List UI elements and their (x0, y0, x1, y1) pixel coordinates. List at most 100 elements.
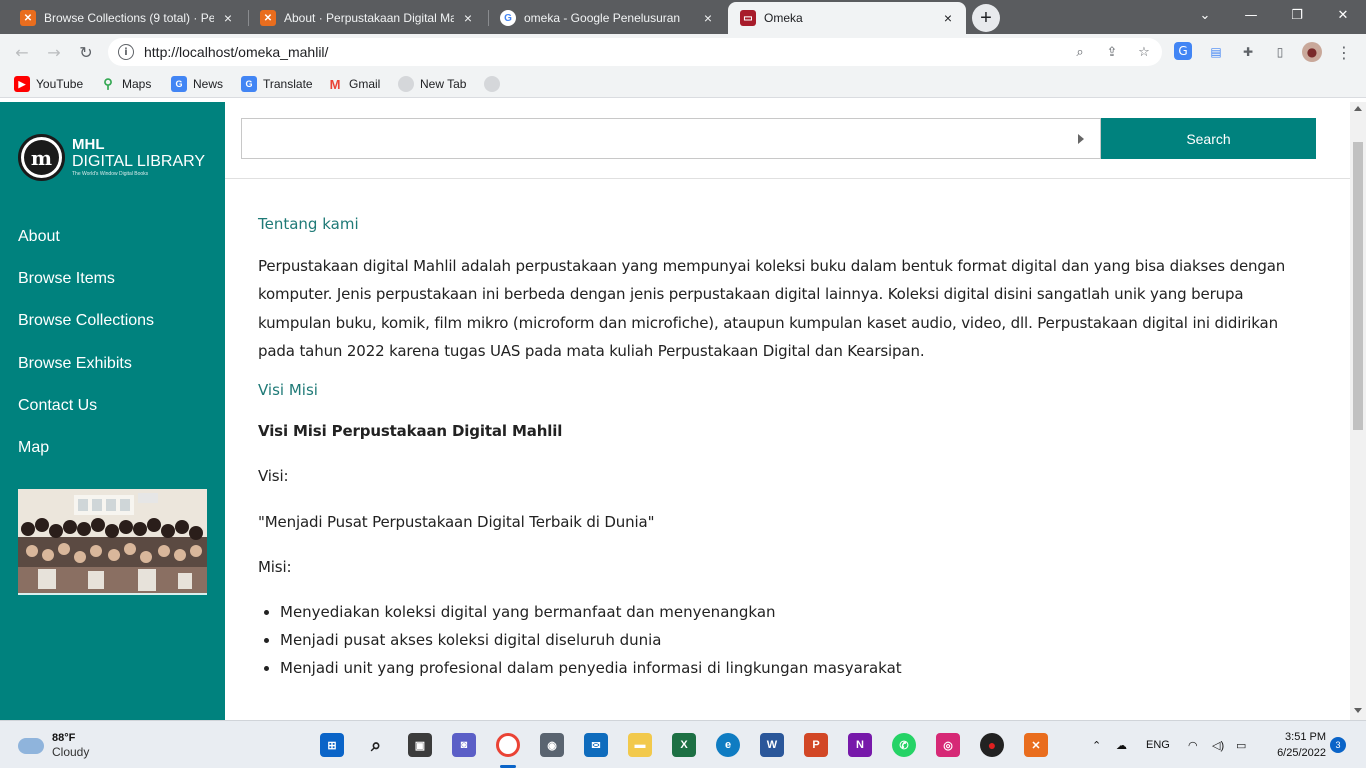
site-logo[interactable]: m MHL DIGITAL LIBRARY The World's Window… (18, 134, 205, 181)
menu-kebab-icon[interactable]: ⋮ (1334, 42, 1354, 62)
misi-list: Menyediakan koleksi digital yang bermanf… (280, 598, 1318, 682)
tab-omeka[interactable]: ▭ Omeka × (728, 2, 966, 34)
page-scrollbar[interactable] (1350, 102, 1366, 720)
tab-close-icon[interactable]: × (220, 10, 236, 26)
record-icon[interactable]: ● (980, 733, 1004, 757)
logo-subtitle: DIGITAL LIBRARY (72, 153, 206, 170)
scroll-down-icon[interactable] (1354, 708, 1362, 713)
chrome-icon[interactable] (496, 733, 520, 757)
extensions-puzzle-icon[interactable]: ✚ (1238, 42, 1258, 62)
bookmark-news[interactable]: G News (171, 75, 223, 93)
reload-icon[interactable]: ↻ (72, 38, 100, 66)
xampp-icon[interactable]: ✕ (1024, 733, 1048, 757)
windows-start-icon[interactable]: ⊞ (320, 733, 344, 757)
search-bar: Search (225, 102, 1350, 179)
side-panel-icon[interactable]: ▯ (1270, 42, 1290, 62)
search-icon[interactable]: ⌕ (364, 733, 388, 757)
group-photo-image (18, 489, 207, 593)
camera-icon[interactable]: ◉ (540, 733, 564, 757)
tab-title: Browse Collections (9 total) · Perp (44, 11, 214, 25)
powerpoint-icon[interactable]: P (804, 733, 828, 757)
zoom-icon[interactable]: ⌕ (1072, 44, 1088, 60)
back-icon[interactable]: ← (8, 38, 36, 66)
language-indicator[interactable]: ENG (1146, 721, 1170, 768)
logo-title: MHL (72, 136, 105, 153)
nav-browse-items[interactable]: Browse Items (18, 268, 154, 310)
restore-icon[interactable]: ❐ (1274, 0, 1320, 30)
scroll-thumb[interactable] (1353, 142, 1363, 430)
google-icon: G (500, 10, 516, 26)
bookmark-label: Gmail (349, 77, 381, 91)
translate-extension-icon[interactable]: G (1174, 42, 1192, 60)
translate-icon: G (241, 76, 257, 92)
share-icon[interactable]: ⇪ (1104, 44, 1120, 60)
minimize-icon[interactable]: — (1228, 0, 1274, 30)
close-window-icon[interactable]: ✕ (1320, 0, 1366, 30)
battery-icon[interactable]: ▭ (1236, 721, 1246, 768)
nav-about[interactable]: About (18, 226, 154, 268)
bookmark-maps[interactable]: ⚲ Maps (100, 75, 151, 93)
tab-browse-collections[interactable]: ✕ Browse Collections (9 total) · Perp × (8, 2, 246, 34)
temperature: 88°F (52, 732, 76, 744)
bookmark-gmail[interactable]: M Gmail (327, 75, 381, 93)
teams-chat-icon[interactable]: ◙ (452, 733, 476, 757)
excel-icon[interactable]: X (672, 733, 696, 757)
network-offline-icon[interactable]: ☁ (1116, 721, 1127, 768)
site-info-icon[interactable]: i (118, 44, 134, 60)
onenote-icon[interactable]: N (848, 733, 872, 757)
tab-close-icon[interactable]: × (940, 10, 956, 26)
new-tab-button[interactable]: + (972, 4, 1000, 32)
docs-extension-icon[interactable]: ▤ (1206, 42, 1226, 62)
clock-time: 3:51 PM (1285, 731, 1326, 743)
address-bar[interactable]: i http://localhost/omeka_mahlil/ ⌕ ⇪ ☆ (108, 38, 1162, 66)
file-explorer-icon[interactable]: ▬ (628, 733, 652, 757)
windows-taskbar: 88°F Cloudy ⊞ ⌕ ▣ ◙ ◉ ✉ ▬ X e W P N ✆ ◎ … (0, 720, 1366, 768)
search-button[interactable]: Search (1101, 118, 1316, 159)
weather-widget[interactable]: 88°F Cloudy (18, 731, 89, 760)
whatsapp-icon[interactable]: ✆ (892, 733, 916, 757)
gmail-icon: M (329, 76, 341, 92)
search-input[interactable] (241, 118, 1101, 159)
task-view-icon[interactable]: ▣ (408, 733, 432, 757)
show-hidden-icons[interactable]: ⌃ (1092, 721, 1101, 768)
instagram-icon[interactable]: ◎ (936, 733, 960, 757)
notification-badge[interactable]: 3 (1330, 737, 1346, 753)
word-icon[interactable]: W (760, 733, 784, 757)
bookmark-label: Translate (263, 77, 313, 91)
clock-date: 6/25/2022 (1277, 747, 1326, 759)
profile-avatar-icon[interactable]: ● (1302, 42, 1322, 62)
bookmark-translate[interactable]: G Translate (241, 75, 313, 93)
tab-close-icon[interactable]: × (460, 10, 476, 26)
tab-title: About · Perpustakaan Digital Mahl (284, 11, 454, 25)
wifi-icon[interactable]: ◠ (1188, 721, 1198, 768)
volume-icon[interactable]: ◁) (1212, 721, 1224, 768)
list-item: Menjadi unit yang profesional dalam peny… (280, 654, 1318, 682)
web-page: m MHL DIGITAL LIBRARY The World's Window… (0, 102, 1366, 720)
main-content: Tentang kami Perpustakaan digital Mahlil… (258, 214, 1318, 682)
list-item: Menjadi pusat akses koleksi digital dise… (280, 626, 1318, 654)
tab-close-icon[interactable]: × (700, 10, 716, 26)
tab-search-icon[interactable]: ⌄ (1182, 0, 1228, 30)
nav-map[interactable]: Map (18, 437, 154, 479)
bookmark-new-tab[interactable]: New Tab (398, 75, 466, 93)
scroll-up-icon[interactable] (1354, 106, 1362, 111)
nav-browse-exhibits[interactable]: Browse Exhibits (18, 353, 154, 395)
edge-icon[interactable]: e (716, 733, 740, 757)
visi-label: Visi: (258, 467, 289, 486)
nav-browse-collections[interactable]: Browse Collections (18, 310, 154, 352)
system-clock[interactable]: 3:51 PM 6/25/2022 (1262, 729, 1326, 761)
advanced-search-caret-icon[interactable] (1078, 134, 1084, 144)
maps-pin-icon: ⚲ (103, 76, 113, 91)
mail-icon[interactable]: ✉ (584, 733, 608, 757)
bookmark-blank[interactable] (484, 75, 506, 93)
forward-icon[interactable]: → (40, 38, 68, 66)
bookmark-youtube[interactable]: ▶ YouTube (14, 75, 83, 93)
news-icon: G (171, 76, 187, 92)
tab-about[interactable]: ✕ About · Perpustakaan Digital Mahl × (248, 2, 486, 34)
xampp-icon: ✕ (20, 10, 36, 26)
bookmark-star-icon[interactable]: ☆ (1136, 44, 1152, 60)
nav-contact-us[interactable]: Contact Us (18, 395, 154, 437)
bookmark-label: Maps (122, 77, 152, 91)
tab-google-search[interactable]: G omeka - Google Penelusuran × (488, 2, 726, 34)
bookmark-label: News (193, 77, 224, 91)
